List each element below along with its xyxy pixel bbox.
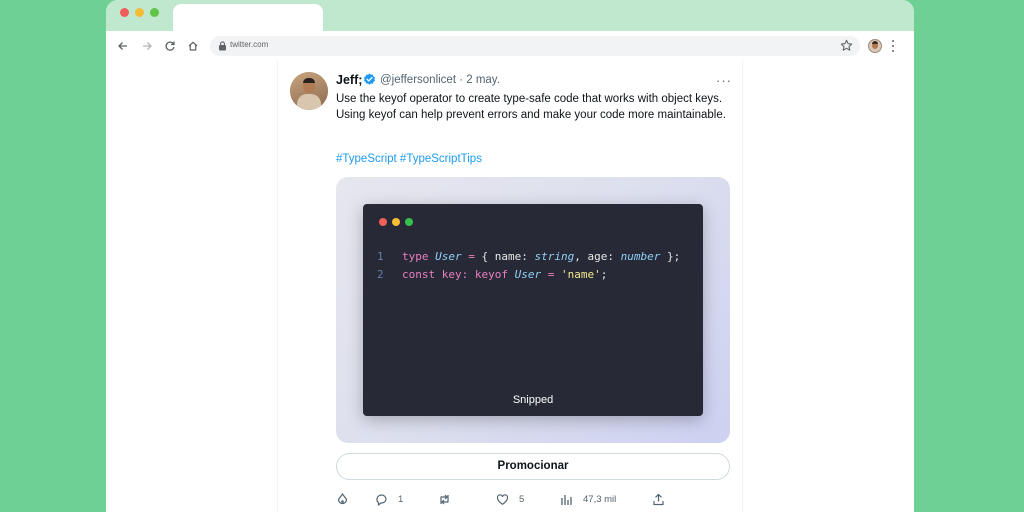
profile-avatar[interactable] <box>868 39 882 53</box>
browser-toolbar: twitter.com <box>106 31 914 61</box>
code-window: 1 type User = { name: string, age: number… <box>363 204 703 416</box>
views-count: 47,3 mil <box>583 493 617 505</box>
like-count: 5 <box>519 493 525 505</box>
forward-arrow-icon[interactable] <box>139 38 155 54</box>
author-avatar[interactable] <box>290 72 328 110</box>
reply-icon <box>376 493 387 506</box>
home-icon[interactable] <box>185 38 201 54</box>
code-token: ; <box>600 267 608 281</box>
heart-icon <box>496 493 509 505</box>
retweet-button[interactable] <box>438 491 461 507</box>
line-number: 1 <box>377 250 384 263</box>
line-number: 2 <box>377 267 384 281</box>
views-chart-icon <box>561 494 572 505</box>
code-token: type <box>402 250 429 263</box>
lock-icon <box>219 41 226 51</box>
tweet-actions: 1 5 47,3 mil <box>336 491 730 507</box>
author-name[interactable]: Jeff; <box>336 73 362 87</box>
analytics-badge-icon[interactable] <box>336 491 359 507</box>
code-token: const key: <box>402 267 469 281</box>
code-token: }; <box>666 250 681 263</box>
tweet-hashtags[interactable]: #TypeScript #TypeScriptTips <box>336 153 482 165</box>
share-button[interactable] <box>652 491 675 507</box>
code-window-yellow-dot <box>392 218 400 226</box>
reply-count: 1 <box>398 493 404 505</box>
tweet-media-image[interactable]: 1 type User = { name: string, age: number… <box>336 177 730 443</box>
reply-button[interactable]: 1 <box>375 491 403 507</box>
reload-icon[interactable] <box>162 38 178 54</box>
bookmark-star-icon[interactable] <box>840 39 853 52</box>
author-handle-date[interactable]: @jeffersonlicet · 2 may. <box>380 74 500 86</box>
code-token: 'name' <box>560 267 601 281</box>
code-token: , age: <box>574 250 614 263</box>
code-token: User <box>435 250 462 263</box>
tweet-text: Use the keyof operator to create type-sa… <box>336 93 726 121</box>
address-bar[interactable]: twitter.com <box>210 36 860 56</box>
active-tab[interactable] <box>173 4 323 31</box>
code-token: keyof <box>474 267 508 281</box>
code-token: number <box>620 250 661 263</box>
code-line: 1 type User = { name: string, age: number… <box>377 248 680 266</box>
back-arrow-icon[interactable] <box>115 38 131 54</box>
url-text: twitter.com <box>230 40 269 49</box>
code-token: = <box>468 250 475 263</box>
code-token: { name: <box>481 250 528 263</box>
code-token: User <box>514 267 542 281</box>
code-token: string <box>534 250 575 263</box>
browser-window: twitter.com Jeff; @jeffersonlicet · 2 ma… <box>106 0 914 512</box>
verified-badge-icon <box>364 73 375 85</box>
retweet-icon <box>440 494 449 504</box>
views-button[interactable]: 47,3 mil <box>560 491 616 507</box>
minimize-window-button[interactable] <box>135 8 144 17</box>
close-window-button[interactable] <box>120 8 129 17</box>
code-block: 1 type User = { name: string, age: number… <box>377 248 680 283</box>
snipped-caption: Snipped <box>512 394 554 406</box>
like-button[interactable]: 5 <box>496 491 524 507</box>
more-options-icon[interactable]: ··· <box>716 73 732 88</box>
tweet-card: Jeff; @jeffersonlicet · 2 may. ··· Use t… <box>277 61 743 512</box>
browser-menu-icon[interactable] <box>890 39 896 53</box>
tab-bar <box>106 0 914 31</box>
code-line: 2 const key: keyof User = 'name'; <box>377 266 680 284</box>
promote-button[interactable]: Promocionar <box>336 453 730 480</box>
maximize-window-button[interactable] <box>150 8 159 17</box>
code-window-red-dot <box>379 218 387 226</box>
share-icon <box>653 493 664 505</box>
code-token: = <box>547 267 555 281</box>
code-window-green-dot <box>405 218 413 226</box>
